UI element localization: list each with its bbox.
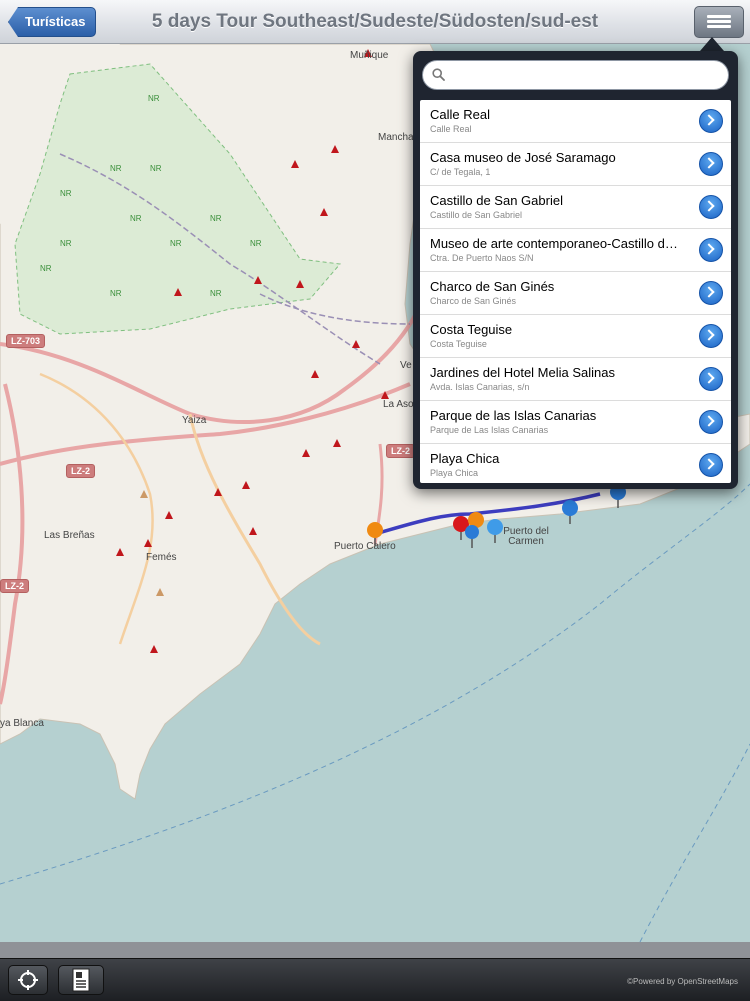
item-title: Jardines del Hotel Melia Salinas <box>430 365 615 380</box>
place-label: Las Breñas <box>44 530 95 541</box>
item-subtitle: Costa Teguise <box>430 339 487 349</box>
place-label: Puerto Calero <box>334 541 396 552</box>
disclosure-arrow-icon[interactable] <box>699 195 723 219</box>
place-label: Femés <box>146 552 177 563</box>
list-icon-line <box>707 25 731 28</box>
popover-arrow <box>700 37 724 51</box>
list-item[interactable]: Charco de San Ginés Charco de San Ginés <box>420 272 731 315</box>
nr-label: NR <box>250 239 262 248</box>
place-label: Yaiza <box>182 415 207 426</box>
map-attribution: ©Powered by OpenStreetMaps <box>627 977 738 986</box>
item-title: Museo de arte contemporaneo-Castillo de … <box>430 236 682 251</box>
nr-label: NR <box>60 239 72 248</box>
list-item[interactable]: Museo de arte contemporaneo-Castillo de … <box>420 229 731 272</box>
list-item[interactable]: Casa museo de José Saramago C/ de Tegala… <box>420 143 731 186</box>
disclosure-arrow-icon[interactable] <box>699 324 723 348</box>
page-title: 5 days Tour Southeast/Sudeste/Südosten/s… <box>151 11 599 32</box>
list-item[interactable]: Castillo de San Gabriel Castillo de San … <box>420 186 731 229</box>
locate-button[interactable] <box>8 965 48 995</box>
list-menu-button[interactable] <box>694 6 744 38</box>
item-subtitle: Castillo de San Gabriel <box>430 210 523 220</box>
search-bar <box>422 60 729 92</box>
crosshair-icon <box>18 970 38 990</box>
disclosure-arrow-icon[interactable] <box>699 238 723 262</box>
item-subtitle: C/ de Tegala, 1 <box>430 167 491 177</box>
bottom-toolbar: ©Powered by OpenStreetMaps <box>0 958 750 1001</box>
nr-label: NR <box>150 164 162 173</box>
item-title: Costa Teguise <box>430 322 513 337</box>
list-item[interactable]: Parque de las Islas Canarias Parque de L… <box>420 401 731 444</box>
item-title: Charco de San Ginés <box>430 279 555 294</box>
item-subtitle: Parque de Las Islas Canarias <box>430 425 549 435</box>
item-subtitle: Calle Real <box>430 124 472 134</box>
nr-label: NR <box>60 189 72 198</box>
nr-label: NR <box>40 264 52 273</box>
disclosure-arrow-icon[interactable] <box>699 367 723 391</box>
search-input[interactable] <box>422 60 729 90</box>
place-label: La Aso <box>383 399 414 410</box>
road-shield: LZ-2 <box>0 579 29 593</box>
item-subtitle: Ctra. De Puerto Naos S/N <box>430 253 534 263</box>
nr-label: NR <box>148 94 160 103</box>
item-title: Castillo de San Gabriel <box>430 193 563 208</box>
list-item[interactable]: Calle Real Calle Real <box>420 100 731 143</box>
place-label: Mancha <box>378 132 414 143</box>
disclosure-arrow-icon[interactable] <box>699 410 723 434</box>
disclosure-arrow-icon[interactable] <box>699 281 723 305</box>
road-shield: LZ-2 <box>386 444 415 458</box>
road-shield: LZ-2 <box>66 464 95 478</box>
item-title: Calle Real <box>430 107 490 122</box>
item-title: Parque de las Islas Canarias <box>430 408 597 423</box>
document-icon <box>72 968 90 992</box>
search-icon <box>432 68 445 81</box>
list-icon <box>707 15 731 18</box>
nr-label: NR <box>170 239 182 248</box>
disclosure-arrow-icon[interactable] <box>699 152 723 176</box>
item-title: Casa museo de José Saramago <box>430 150 616 165</box>
place-label: Muñique <box>350 50 389 61</box>
place-label: ya Blanca <box>0 718 44 729</box>
item-subtitle: Charco de San Ginés <box>430 296 517 306</box>
nr-label: NR <box>130 214 142 223</box>
item-subtitle: Avda. Islas Canarias, s/n <box>430 382 530 392</box>
place-label: Puerto del Carmen <box>503 526 549 547</box>
list-item[interactable]: Playa Chica Playa Chica <box>420 444 731 483</box>
places-popover: Calle Real Calle Real Casa museo de José… <box>413 51 738 489</box>
back-button[interactable]: Turísticas <box>8 7 97 37</box>
place-label: Ve <box>400 360 412 371</box>
nr-label: NR <box>110 164 122 173</box>
list-item[interactable]: Jardines del Hotel Melia Salinas Avda. I… <box>420 358 731 401</box>
navigation-bar: Turísticas 5 days Tour Southeast/Sudeste… <box>0 0 750 44</box>
item-subtitle: Playa Chica <box>430 468 479 478</box>
disclosure-arrow-icon[interactable] <box>699 109 723 133</box>
list-item[interactable]: Costa Teguise Costa Teguise <box>420 315 731 358</box>
road-shield: LZ-703 <box>6 334 46 348</box>
map-bottom-strip <box>0 942 750 958</box>
places-list[interactable]: Calle Real Calle Real Casa museo de José… <box>420 100 731 483</box>
item-title: Playa Chica <box>430 451 500 466</box>
disclosure-arrow-icon[interactable] <box>699 453 723 477</box>
document-button[interactable] <box>58 965 104 995</box>
list-icon-line <box>707 20 731 23</box>
nr-label: NR <box>210 214 222 223</box>
nr-label: NR <box>210 289 222 298</box>
nr-label: NR <box>110 289 122 298</box>
